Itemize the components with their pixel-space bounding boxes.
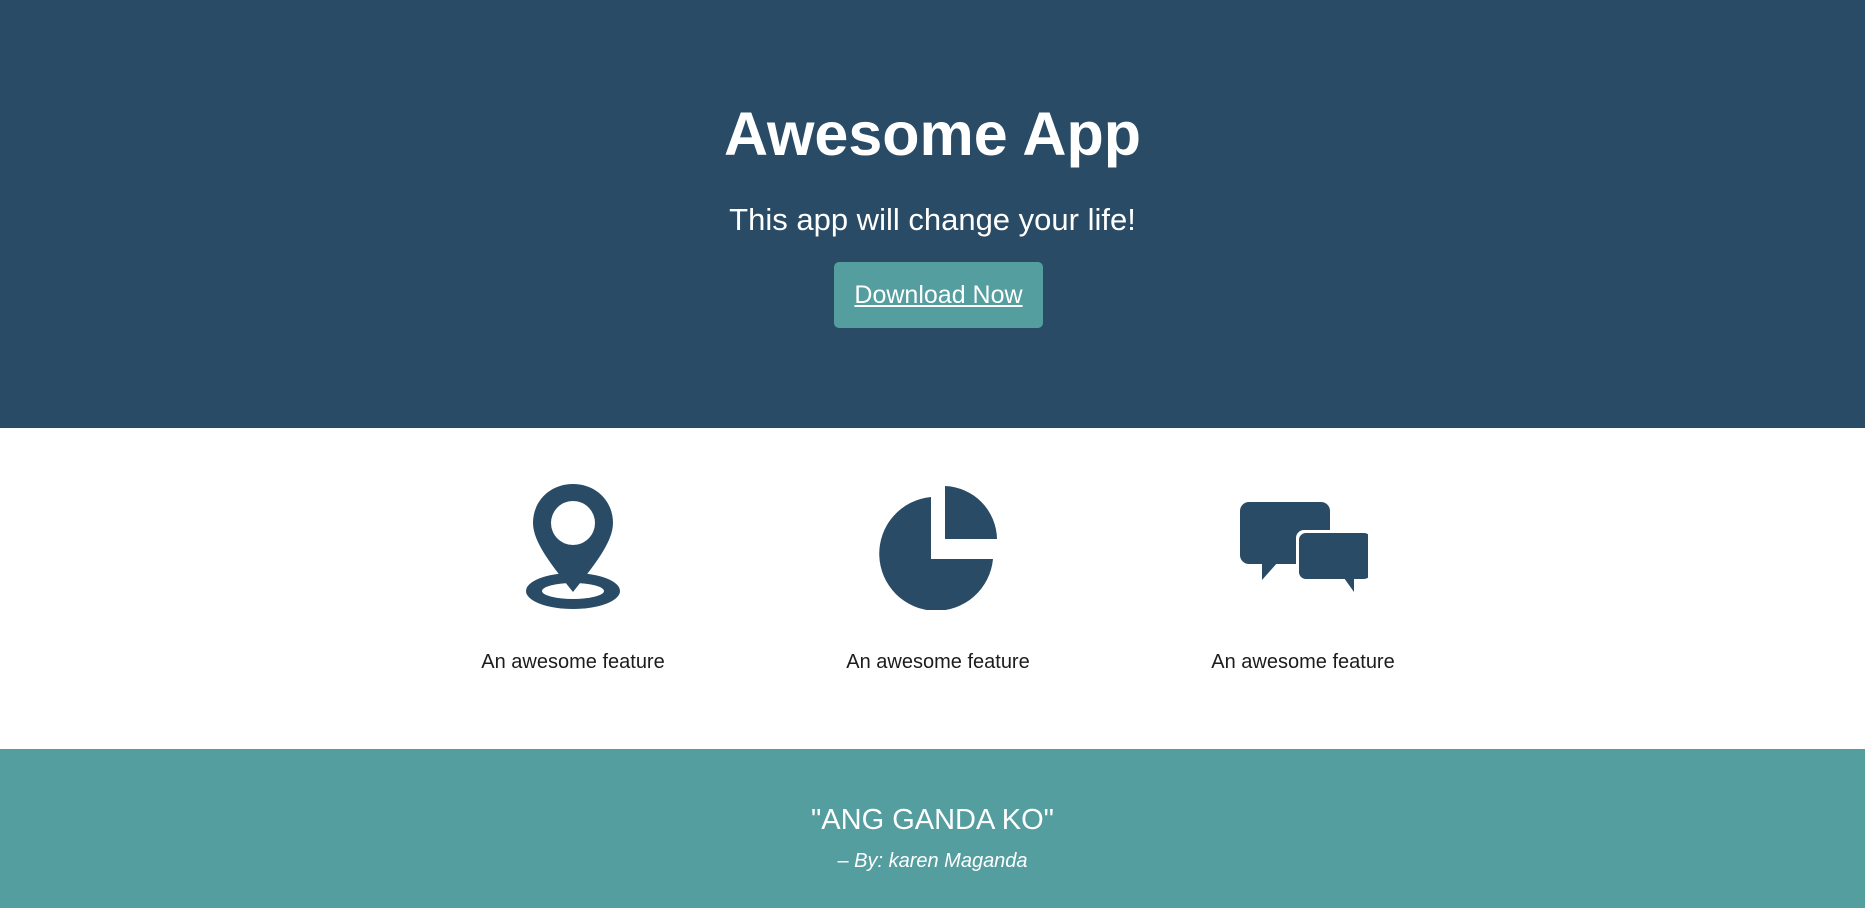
download-now-button[interactable]: Download Now	[834, 262, 1043, 328]
feature-item-analytics: An awesome feature	[808, 428, 1068, 749]
pie-chart-icon	[873, 480, 1003, 610]
features-section: An awesome feature An awesome feature An…	[0, 428, 1865, 749]
quote-text: "ANG GANDA KO"	[811, 804, 1054, 836]
quote-author: – By: karen Maganda	[837, 850, 1028, 872]
feature-item-chat: An awesome feature	[1173, 428, 1433, 749]
feature-label: An awesome feature	[1211, 651, 1395, 673]
hero-section: Awesome App This app will change your li…	[0, 0, 1865, 428]
map-marker-icon	[508, 480, 638, 610]
chat-bubbles-icon	[1238, 480, 1368, 610]
feature-label: An awesome feature	[481, 651, 665, 673]
app-subtitle: This app will change your life!	[729, 202, 1136, 237]
app-title: Awesome App	[724, 100, 1141, 168]
feature-item-location: An awesome feature	[443, 428, 703, 749]
feature-label: An awesome feature	[846, 651, 1030, 673]
quote-section: "ANG GANDA KO" – By: karen Maganda	[0, 749, 1865, 908]
